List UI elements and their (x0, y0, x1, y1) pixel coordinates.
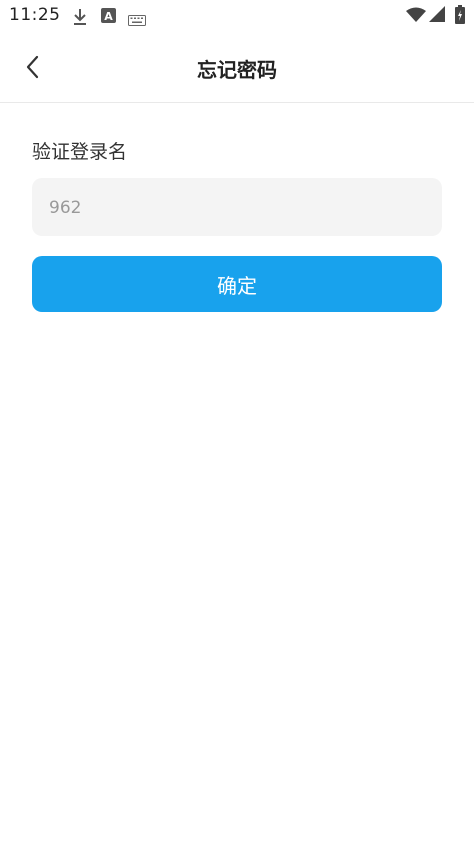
login-name-input-container (32, 178, 442, 238)
status-time: 11:25 (9, 5, 61, 25)
confirm-button[interactable]: 确定 (32, 256, 442, 312)
battery-charging-icon (455, 5, 465, 28)
svg-text:A: A (104, 10, 113, 23)
page-title: 忘记密码 (197, 58, 277, 82)
download-icon (72, 8, 88, 30)
signal-icon (429, 6, 445, 26)
status-bar: 11:25 A (0, 0, 474, 32)
login-name-input[interactable] (47, 178, 431, 238)
wifi-icon (406, 7, 426, 27)
app-header: 忘记密码 (0, 32, 474, 103)
login-name-label: 验证登录名 (32, 141, 128, 163)
keyboard-icon (128, 11, 146, 30)
a-badge-icon: A (101, 8, 116, 27)
